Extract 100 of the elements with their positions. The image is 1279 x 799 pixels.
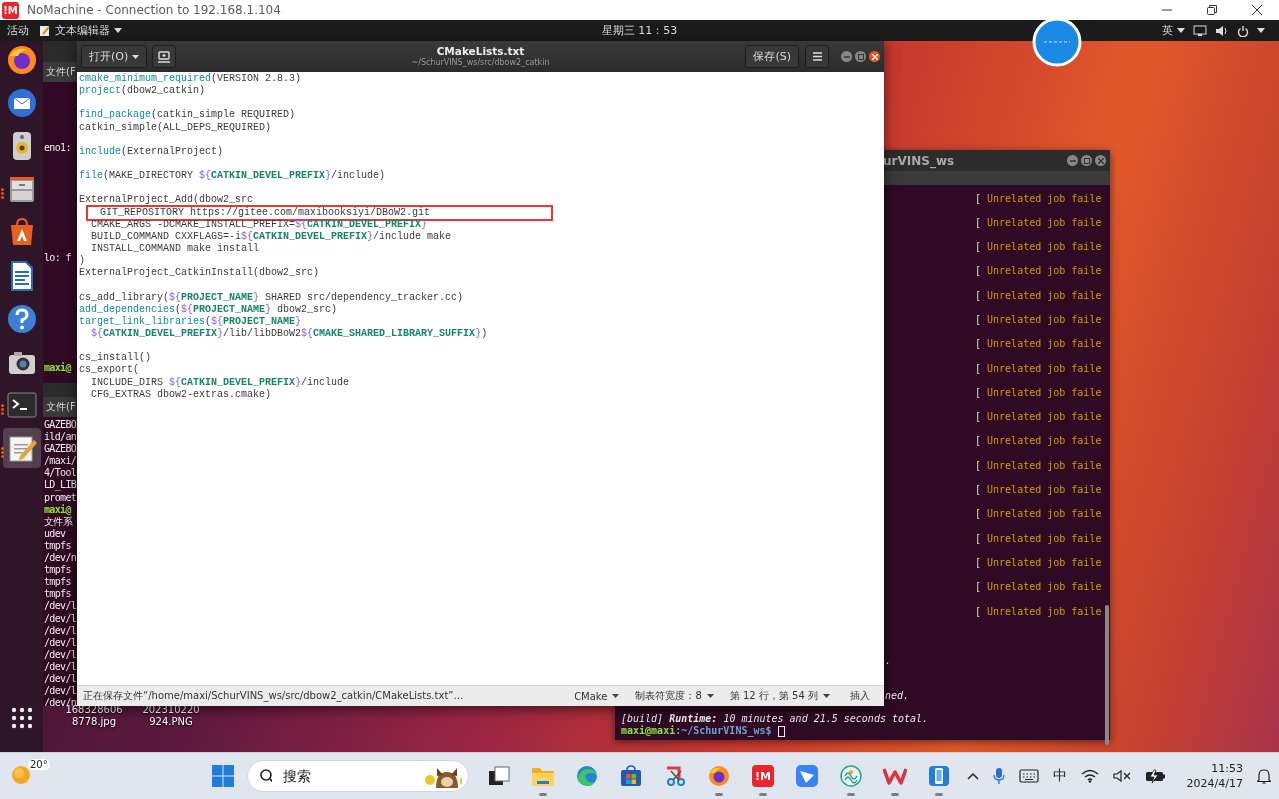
maximize-button[interactable] — [1081, 155, 1092, 166]
scrollbar[interactable] — [1105, 605, 1109, 745]
terminal-text: Unrelated job faile — [987, 435, 1102, 447]
dock-item[interactable] — [2, 428, 41, 469]
text-cursor — [777, 725, 785, 737]
close-button[interactable] — [869, 51, 880, 62]
save-button[interactable]: 保存(S) — [745, 45, 799, 68]
terminal-line: tmpfs — [44, 576, 72, 589]
wifi-icon[interactable] — [1080, 769, 1099, 783]
terminal-line: eno1: — [44, 142, 72, 155]
caret-icon — [132, 54, 140, 59]
terminal-line: tmpfs — [44, 539, 72, 553]
menu-button[interactable] — [805, 45, 829, 68]
terminal-text: [ — [975, 532, 982, 544]
terminal-text: [ — [975, 484, 982, 496]
keyboard-icon[interactable] — [1018, 769, 1039, 783]
firefox-icon — [5, 43, 38, 76]
terminal-text: Unrelated job faile — [987, 484, 1102, 496]
code-line: ) — [79, 255, 85, 267]
terminal-line: GAZEBO — [44, 419, 77, 432]
menu-item[interactable]: 文件(F — [46, 400, 76, 414]
terminal-line: /maxi/ — [44, 455, 77, 468]
code-line: add_dependencies(${PROJECT_NAME} dbow2_src) — [79, 303, 338, 316]
clock[interactable]: 11:53 2024/4/17 — [1186, 761, 1243, 791]
wps-icon — [883, 766, 907, 786]
window-title: NoMachine - Connection to 192.168.1.104 — [27, 3, 281, 17]
windows-icon — [212, 765, 234, 787]
terminal-text: [ — [975, 386, 982, 398]
search-field[interactable]: 搜索 — [247, 760, 469, 792]
taskbar-app[interactable]: !M — [745, 758, 781, 794]
title-bar — [43, 383, 77, 397]
clock[interactable]: 星期三 11：53 — [601, 23, 678, 38]
terminal-text: [ — [975, 265, 982, 277]
terminal-text: Unrelated job faile — [987, 386, 1102, 398]
terminal-text: Unrelated job faile — [987, 216, 1102, 228]
search-input[interactable]: 搜索 — [281, 767, 413, 785]
menu-item[interactable]: 文件(F — [46, 65, 76, 79]
code-line: BUILD_COMMAND CXXFLAGS=-i${CATKIN_DEVEL_PREFIX}/include make — [90, 230, 452, 243]
input-method-menu[interactable]: 英 — [1162, 23, 1185, 38]
terminal-text: [ — [975, 216, 982, 228]
terminal-text: Unrelated job faile — [987, 459, 1102, 471]
file-path: ~/SchurVINS_ws/src/dbow2_catkin — [411, 56, 550, 68]
mail-icon — [5, 86, 38, 119]
maximize-button[interactable] — [855, 51, 866, 62]
bell-icon[interactable] — [1257, 768, 1271, 784]
window-title: CMakeLists.txt — [436, 45, 525, 57]
terminal-text: Unrelated job faile — [987, 605, 1102, 617]
terminal-text: [ — [975, 556, 982, 568]
firefox-icon — [708, 765, 730, 787]
corner-widget-icon[interactable] — [1032, 17, 1082, 67]
network-icon[interactable] — [1193, 24, 1207, 37]
terminal-text: Unrelated job faile — [987, 241, 1102, 253]
file-label[interactable]: 202310220 924.PNG — [142, 704, 200, 728]
menu-icon — [812, 52, 822, 61]
minimize-icon — [843, 53, 850, 60]
paper-plane-icon — [796, 765, 818, 787]
code-line: cs_export( — [79, 364, 139, 377]
terminal-text: [ — [975, 459, 982, 471]
minimize-button[interactable] — [1067, 155, 1078, 166]
terminal-text: [ — [975, 581, 982, 593]
minimize-button[interactable] — [841, 51, 852, 62]
close-icon — [1250, 4, 1263, 16]
terminal-text: Unrelated job faile — [987, 556, 1102, 568]
terminal-text: [ — [975, 192, 982, 204]
sun-icon — [10, 763, 32, 785]
speaker-muted-icon[interactable] — [1112, 769, 1131, 783]
terminal-line: udev — [44, 527, 67, 540]
caret-icon[interactable] — [1257, 28, 1265, 33]
language-menu[interactable]: CMake — [574, 690, 620, 702]
terminal-text: Unrelated job faile — [987, 508, 1102, 520]
terminal-text: [ — [975, 605, 982, 617]
microphone-icon[interactable] — [992, 767, 1005, 785]
title-bar — [43, 41, 77, 62]
prompt-user: maxi@maxi — [621, 725, 676, 736]
store-icon — [620, 765, 642, 787]
terminal-text: [ — [975, 289, 982, 301]
terminal-line: lo: f — [44, 251, 72, 265]
help-icon — [5, 302, 38, 335]
terminal-line: /dev/n — [44, 552, 77, 565]
power-icon[interactable] — [1237, 24, 1249, 37]
app-menu[interactable]: 文本编辑器 — [39, 23, 122, 38]
cursor-position-menu[interactable]: 第 12 行，第 54 列 — [729, 689, 830, 703]
activities-button[interactable]: 活动 — [7, 23, 29, 38]
battery-charging-icon[interactable] — [1144, 769, 1167, 783]
caret-icon — [1177, 28, 1185, 33]
phone-icon — [928, 765, 950, 787]
code-line: INSTALL_COMMAND make install — [90, 243, 260, 256]
restore-icon — [1205, 4, 1218, 16]
input-method-indicator[interactable]: 中 — [1052, 767, 1067, 785]
terminal-line: tmpfs — [44, 588, 72, 601]
open-button[interactable]: 打开(O) — [81, 45, 148, 68]
caret-icon — [114, 28, 122, 33]
terminal-text: [ — [975, 435, 982, 447]
volume-icon[interactable] — [1215, 24, 1229, 37]
tab-width-menu[interactable]: 制表符宽度：8 — [635, 689, 714, 703]
terminal-text: Unrelated job faile — [987, 532, 1102, 544]
document-icon — [157, 50, 172, 63]
chevron-up-icon[interactable] — [966, 772, 979, 780]
maximize-icon — [1083, 157, 1090, 164]
new-tab-button[interactable] — [152, 45, 177, 68]
